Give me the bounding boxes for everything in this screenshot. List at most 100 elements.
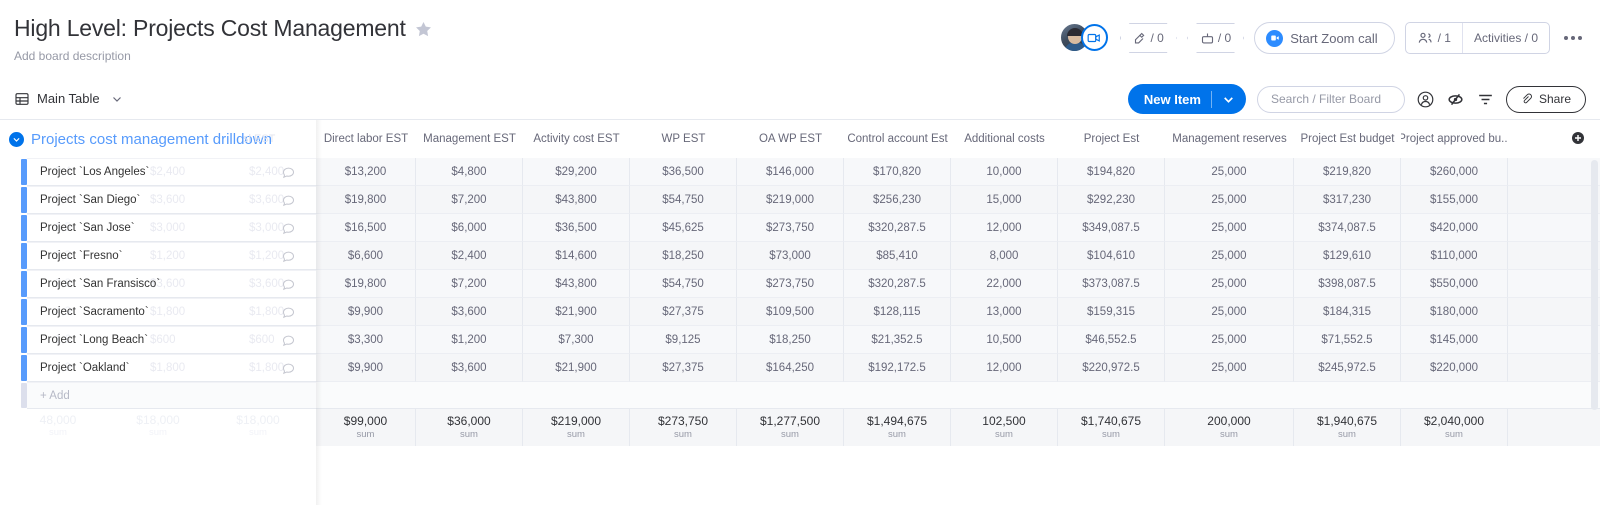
table-cell[interactable]: $219,820 bbox=[1294, 158, 1401, 186]
table-cell[interactable]: $129,610 bbox=[1294, 242, 1401, 270]
search-input[interactable]: Search / Filter Board bbox=[1256, 85, 1405, 113]
column-header[interactable]: Project approved bu... bbox=[1401, 120, 1508, 158]
table-cell[interactable]: $320,287.5 bbox=[844, 214, 951, 242]
table-cell[interactable]: 25,000 bbox=[1165, 214, 1294, 242]
table-cell[interactable]: $320,287.5 bbox=[844, 270, 951, 298]
table-cell[interactable]: $21,900 bbox=[523, 354, 630, 382]
add-item-row[interactable]: + Add bbox=[0, 382, 1600, 409]
table-cell[interactable] bbox=[1508, 214, 1600, 242]
table-cell[interactable]: $373,087.5 bbox=[1058, 270, 1165, 298]
table-row[interactable]: 4,9 Project `Oakland` $1,800 $1,800 $9,900 $3… bbox=[0, 354, 1600, 382]
table-cell[interactable]: $180,000 bbox=[1401, 298, 1508, 326]
table-cell[interactable]: $21,900 bbox=[523, 298, 630, 326]
table-cell[interactable]: $420,000 bbox=[1401, 214, 1508, 242]
table-cell[interactable]: 10,500 bbox=[951, 326, 1058, 354]
table-cell[interactable]: $104,610 bbox=[1058, 242, 1165, 270]
table-cell[interactable]: $6,000 bbox=[416, 214, 523, 242]
column-header[interactable]: Management EST bbox=[416, 120, 523, 158]
table-cell[interactable]: 13,000 bbox=[951, 298, 1058, 326]
comment-bubble-icon[interactable] bbox=[281, 277, 296, 292]
table-cell[interactable]: $194,820 bbox=[1058, 158, 1165, 186]
table-cell[interactable]: $292,230 bbox=[1058, 186, 1165, 214]
table-cell[interactable]: $192,172.5 bbox=[844, 354, 951, 382]
table-cell[interactable]: $3,300 bbox=[316, 326, 416, 354]
table-cell[interactable]: $7,300 bbox=[523, 326, 630, 354]
table-cell[interactable] bbox=[1508, 186, 1600, 214]
row-name-cell[interactable]: 9,8 Project `San Fransisco` $3,600 $3,600 bbox=[27, 270, 316, 298]
column-header[interactable] bbox=[1508, 120, 1600, 158]
comment-bubble-icon[interactable] bbox=[281, 333, 296, 348]
table-cell[interactable]: $550,000 bbox=[1401, 270, 1508, 298]
column-header[interactable]: Project Est bbox=[1058, 120, 1165, 158]
table-cell[interactable]: $349,087.5 bbox=[1058, 214, 1165, 242]
column-header[interactable]: Management reserves bbox=[1165, 120, 1294, 158]
start-zoom-call-button[interactable]: Start Zoom call bbox=[1254, 22, 1395, 54]
filter-icon[interactable] bbox=[1476, 90, 1495, 109]
table-cell[interactable] bbox=[1508, 158, 1600, 186]
table-cell[interactable]: $220,000 bbox=[1401, 354, 1508, 382]
table-cell[interactable]: $219,000 bbox=[737, 186, 844, 214]
table-cell[interactable]: $317,230 bbox=[1294, 186, 1401, 214]
table-cell[interactable]: $260,000 bbox=[1401, 158, 1508, 186]
table-cell[interactable]: $54,750 bbox=[630, 270, 737, 298]
table-cell[interactable]: $43,800 bbox=[523, 186, 630, 214]
table-row[interactable]: 6,5 Project `San Jose` $3,000 $3,000 $16,500… bbox=[0, 214, 1600, 242]
column-header[interactable]: Project Est budget bbox=[1294, 120, 1401, 158]
table-cell[interactable]: $110,000 bbox=[1401, 242, 1508, 270]
table-cell[interactable]: $273,750 bbox=[737, 270, 844, 298]
column-header[interactable]: Direct labor EST bbox=[316, 120, 416, 158]
table-cell[interactable]: $46,552.5 bbox=[1058, 326, 1165, 354]
board-more-options-button[interactable] bbox=[1560, 23, 1586, 53]
table-cell[interactable]: $1,200 bbox=[416, 326, 523, 354]
row-name-cell[interactable]: 6,5 Project `San Jose` $3,000 $3,000 bbox=[27, 214, 316, 242]
new-item-button[interactable]: New Item bbox=[1127, 84, 1246, 114]
table-row[interactable]: 0,4 Project `Los Angeles` $2,400 $2,400 $13,… bbox=[0, 158, 1600, 186]
column-header[interactable]: WP EST bbox=[630, 120, 737, 158]
table-cell[interactable]: 25,000 bbox=[1165, 186, 1294, 214]
board-members-button[interactable]: / 1 bbox=[1406, 23, 1462, 53]
integrations-button[interactable]: / 0 bbox=[1120, 23, 1177, 53]
comment-bubble-icon[interactable] bbox=[281, 165, 296, 180]
table-cell[interactable]: $245,972.5 bbox=[1294, 354, 1401, 382]
table-cell[interactable]: $6,600 bbox=[316, 242, 416, 270]
table-cell[interactable]: 10,000 bbox=[951, 158, 1058, 186]
table-cell[interactable]: 25,000 bbox=[1165, 270, 1294, 298]
comment-bubble-icon[interactable] bbox=[281, 361, 296, 376]
table-cell[interactable]: $184,315 bbox=[1294, 298, 1401, 326]
column-header[interactable]: Additional costs bbox=[951, 120, 1058, 158]
table-cell[interactable]: $2,400 bbox=[416, 242, 523, 270]
comment-bubble-icon[interactable] bbox=[281, 305, 296, 320]
row-name-cell[interactable]: 4,9 Project `Oakland` $1,800 $1,800 bbox=[27, 354, 316, 382]
table-cell[interactable] bbox=[1508, 326, 1600, 354]
add-column-button[interactable] bbox=[1570, 130, 1586, 146]
table-cell[interactable]: $85,410 bbox=[844, 242, 951, 270]
table-cell[interactable]: $13,200 bbox=[316, 158, 416, 186]
table-cell[interactable]: $4,800 bbox=[416, 158, 523, 186]
table-cell[interactable]: $159,315 bbox=[1058, 298, 1165, 326]
table-cell[interactable]: $27,375 bbox=[630, 298, 737, 326]
table-cell[interactable]: $220,972.5 bbox=[1058, 354, 1165, 382]
table-cell[interactable]: $256,230 bbox=[844, 186, 951, 214]
comment-bubble-icon[interactable] bbox=[281, 221, 296, 236]
table-cell[interactable]: $18,250 bbox=[737, 326, 844, 354]
column-header[interactable]: Control account Est bbox=[844, 120, 951, 158]
table-cell[interactable]: $21,352.5 bbox=[844, 326, 951, 354]
vertical-scrollbar[interactable] bbox=[1591, 160, 1598, 410]
table-cell[interactable]: $170,820 bbox=[844, 158, 951, 186]
table-cell[interactable]: $18,250 bbox=[630, 242, 737, 270]
table-cell[interactable]: $273,750 bbox=[737, 214, 844, 242]
row-name-cell[interactable]: 0,4 Project `Los Angeles` $2,400 $2,400 bbox=[27, 158, 316, 186]
table-cell[interactable] bbox=[1508, 270, 1600, 298]
automations-button[interactable]: / 0 bbox=[1187, 23, 1244, 53]
table-cell[interactable] bbox=[1508, 354, 1600, 382]
table-row[interactable]: 9,8 Project `San Fransisco` $3,600 $3,600 $1… bbox=[0, 270, 1600, 298]
table-cell[interactable]: $14,600 bbox=[523, 242, 630, 270]
table-cell[interactable]: $19,800 bbox=[316, 186, 416, 214]
row-name-cell[interactable]: 9,8 Project `San Diego` $3,600 $3,600 bbox=[27, 186, 316, 214]
table-cell[interactable]: 25,000 bbox=[1165, 158, 1294, 186]
chevron-down-icon[interactable] bbox=[111, 93, 123, 105]
table-cell[interactable]: 15,000 bbox=[951, 186, 1058, 214]
table-cell[interactable]: 25,000 bbox=[1165, 354, 1294, 382]
table-cell[interactable]: $398,087.5 bbox=[1294, 270, 1401, 298]
table-cell[interactable]: $374,087.5 bbox=[1294, 214, 1401, 242]
